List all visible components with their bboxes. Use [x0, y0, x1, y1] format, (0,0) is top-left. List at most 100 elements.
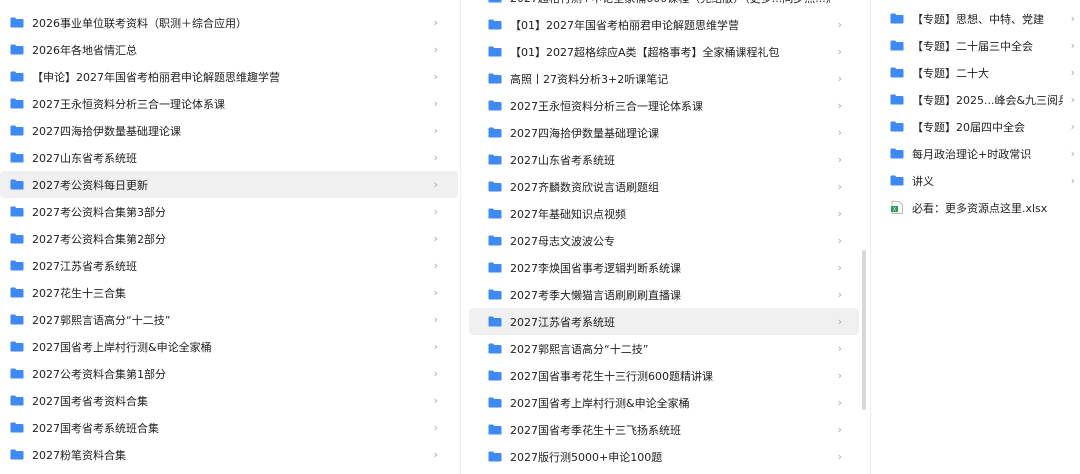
folder-icon — [488, 0, 502, 3]
folder-item[interactable]: 2027年基础知识点视频 › — [469, 200, 859, 227]
folder-column-3: 【专题】思想、中特、党建 › 【专题】二十届三中全会 › 【专题】二十大 › 【专题】202… — [870, 0, 1080, 474]
file-item[interactable]: X 必看：更多资源点这里.xlsx — [871, 194, 1080, 221]
folder-name: 2027王永恒资料分析三合一理论体系课 — [32, 97, 225, 111]
folder-column-2: 2027超格行测+申论全家桶600课程（完结版）（更多...同步点...汇总） ›… — [460, 0, 870, 474]
folder-item[interactable]: 【专题】20届四中全会 › — [871, 113, 1080, 140]
folder-item[interactable]: 2027四海拾伊数量基础理论课 › — [0, 117, 458, 144]
folder-icon — [10, 260, 24, 271]
folder-item[interactable]: 2027国省考上岸村行测&申论全家桶 › — [469, 389, 859, 416]
chevron-right-icon: › — [1070, 12, 1075, 25]
chevron-right-icon: › — [1070, 174, 1075, 187]
folder-item[interactable]: 【01】2027年国省考柏丽君申论解题思维学营 › — [469, 11, 859, 38]
folder-item[interactable]: 【专题】二十届三中全会 › — [871, 32, 1080, 59]
folder-name: 2027考季大懒猫言语刷刷刷直播课 — [510, 288, 681, 302]
folder-icon — [10, 341, 24, 352]
folder-name: 2027山东省考系统班 — [32, 151, 137, 165]
folder-item[interactable]: 【专题】二十大 › — [871, 59, 1080, 86]
folder-item[interactable]: 2027国考省考系统班合集 › — [0, 414, 458, 441]
chevron-right-icon: › — [433, 205, 438, 218]
folder-item[interactable]: 【专题】思想、中特、党建 › — [871, 5, 1080, 32]
chevron-right-icon: › — [837, 99, 842, 112]
folder-icon — [10, 17, 24, 28]
chevron-right-icon: › — [1070, 147, 1075, 160]
folder-item[interactable]: 【01】2027超格综应A类【超格事考】全家桶课程礼包 › — [469, 38, 859, 65]
folder-item[interactable]: 2027考公资料每日更新 › — [0, 171, 458, 198]
folder-item[interactable]: 讲义 › — [871, 167, 1080, 194]
folder-item[interactable]: 2027超格行测+申论全家桶600课程（完结版）（更多...同步点...汇总） › — [469, 0, 859, 11]
chevron-right-icon: › — [837, 18, 842, 31]
folder-item[interactable]: 2027山东省考系统班 › — [0, 144, 458, 171]
folder-name: 2027国省事考花生十三行测600题精讲课 — [510, 369, 713, 383]
folder-item[interactable]: 2027考公资料合集第3部分 › — [0, 198, 458, 225]
chevron-right-icon: › — [837, 153, 842, 166]
folder-item[interactable]: 2027江苏省考系统班 › — [0, 252, 458, 279]
folder-item[interactable]: 2027郭熙言语高分“十二技” › — [469, 335, 859, 362]
chevron-right-icon: › — [433, 151, 438, 164]
folder-item[interactable]: 2027齐麟数资欣说言语刷题组 › — [469, 173, 859, 200]
folder-name: 【申论】2027年国省考柏丽君申论解题思维趣学营 — [32, 70, 280, 84]
folder-icon — [890, 67, 904, 78]
folder-item[interactable]: 2027粉笔资料合集 › — [0, 441, 458, 468]
chevron-right-icon: › — [837, 396, 842, 409]
folder-item[interactable]: 2027郭熙言语高分“十二技” › — [0, 306, 458, 333]
folder-item[interactable]: 2027江苏省考系统班 › — [469, 308, 859, 335]
scrollbar[interactable] — [862, 0, 868, 474]
folder-icon — [890, 148, 904, 159]
folder-item[interactable]: 2027母志文波波公专 › — [469, 227, 859, 254]
chevron-right-icon: › — [433, 70, 438, 83]
chevron-right-icon: › — [837, 423, 842, 436]
folder-item[interactable]: 【申论】2027年国省考柏丽君申论解题思维趣学营 › — [0, 63, 458, 90]
folder-icon — [488, 397, 502, 408]
chevron-right-icon: › — [433, 313, 438, 326]
folder-name: 每月政治理论+时政常识 — [912, 147, 1032, 161]
folder-item[interactable]: 2027王永恒资料分析三合一理论体系课 › — [0, 90, 458, 117]
folder-icon — [10, 98, 24, 109]
folder-item[interactable]: 2027王永恒资料分析三合一理论体系课 › — [469, 92, 859, 119]
folder-icon — [10, 206, 24, 217]
folder-name: 2027粉笔资料合集 — [32, 448, 126, 462]
folder-icon — [488, 154, 502, 165]
folder-icon — [890, 94, 904, 105]
folder-item[interactable]: 2027版行测5000+申论100题 › — [469, 443, 859, 470]
xlsx-file-icon: X — [891, 201, 903, 214]
folder-icon — [488, 289, 502, 300]
file-name: 必看：更多资源点这里.xlsx — [912, 201, 1048, 215]
folder-icon — [10, 233, 24, 244]
folder-item[interactable]: 【专题】2025...峰会&九三阅兵 › — [871, 86, 1080, 113]
folder-item[interactable]: 2027公考资料合集第1部分 › — [0, 360, 458, 387]
folder-item[interactable]: 2027四海拾伊数量基础理论课 › — [469, 119, 859, 146]
chevron-right-icon: › — [837, 207, 842, 220]
chevron-right-icon: › — [433, 394, 438, 407]
folder-item[interactable]: 高照丨27资料分析3+2听课笔记 › — [469, 65, 859, 92]
folder-item[interactable]: 2027考公资料合集第2部分 › — [0, 225, 458, 252]
folder-icon — [488, 316, 502, 327]
folder-item[interactable]: 每月政治理论+时政常识 › — [871, 140, 1080, 167]
chevron-right-icon: › — [1070, 39, 1075, 52]
folder-icon — [10, 449, 24, 460]
scrollbar-thumb[interactable] — [862, 250, 866, 410]
folder-name: 【专题】2025...峰会&九三阅兵 — [912, 93, 1063, 107]
folder-item[interactable]: 2027国省考季花生十三飞扬系统班 › — [469, 416, 859, 443]
folder-item[interactable]: 2027考季大懒猫言语刷刷刷直播课 › — [469, 281, 859, 308]
folder-item[interactable]: 2026事业单位联考资料（职测＋综合应用） › — [0, 9, 458, 36]
folder-item[interactable]: 2027国省考上岸村行测&申论全家桶 › — [0, 333, 458, 360]
folder-item[interactable]: 2027国省事考花生十三行测600题精讲课 › — [469, 362, 859, 389]
folder-item[interactable]: 2027山东省考系统班 › — [469, 146, 859, 173]
chevron-right-icon: › — [433, 286, 438, 299]
folder-icon — [488, 100, 502, 111]
folder-icon — [10, 314, 24, 325]
chevron-right-icon: › — [838, 0, 842, 4]
folder-name: 2027江苏省考系统班 — [32, 259, 137, 273]
folder-column-1: 2026事业单位联考资料（职测＋综合应用） › 2026年各地省情汇总 › 【申论】20… — [0, 0, 458, 474]
chevron-right-icon: › — [837, 342, 842, 355]
folder-name: 2027考公资料合集第2部分 — [32, 232, 166, 246]
folder-item[interactable]: 2027花生十三合集 › — [0, 279, 458, 306]
folder-item[interactable]: 2027李焕国省事考逻辑判断系统课 › — [469, 254, 859, 281]
folder-icon — [488, 46, 502, 57]
folder-name: 高照丨27资料分析3+2听课笔记 — [510, 72, 669, 86]
folder-icon — [488, 181, 502, 192]
folder-icon — [488, 424, 502, 435]
folder-item[interactable]: 2026年各地省情汇总 › — [0, 36, 458, 63]
folder-icon — [488, 73, 502, 84]
folder-item[interactable]: 2027国考省考资料合集 › — [0, 387, 458, 414]
